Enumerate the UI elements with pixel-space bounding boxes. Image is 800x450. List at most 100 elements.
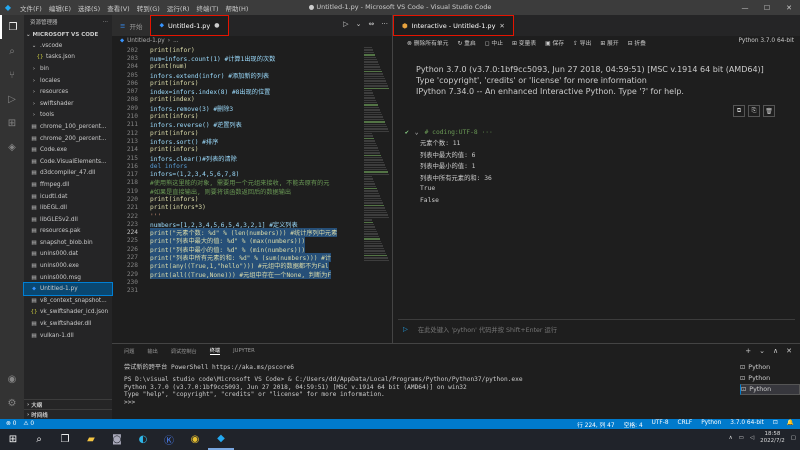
- status-item[interactable]: UTF-8: [652, 420, 669, 429]
- code-line[interactable]: 230: [112, 278, 362, 286]
- code-line[interactable]: 231: [112, 287, 362, 295]
- code-line[interactable]: 205 infors.extend(infor) #添加新的列表: [112, 71, 362, 80]
- close-icon[interactable]: ✕: [499, 22, 504, 30]
- code-editor[interactable]: 202 print(infor) 203 num=infors.count(1) #计…: [112, 46, 362, 339]
- copy-icon[interactable]: ⧉: [733, 105, 745, 117]
- tree-item[interactable]: ▤ libEGL.dll: [24, 202, 112, 214]
- terminal[interactable]: 尝试新的跨平台 PowerShell https://aka.ms/pscore…: [124, 362, 734, 407]
- breadcrumb-more[interactable]: ...: [173, 38, 179, 44]
- chrome-icon[interactable]: ◉: [182, 429, 208, 450]
- interactive-toolbar-button[interactable]: ⊗ 删除所有单元: [407, 38, 448, 47]
- menu-item[interactable]: 文件(F): [20, 3, 42, 13]
- tree-item[interactable]: ▤ libGLESv2.dll: [24, 214, 112, 226]
- tree-item[interactable]: › tools: [24, 110, 112, 122]
- run-menu-chevron-icon[interactable]: ⌄: [356, 20, 362, 28]
- interactive-toolbar-button[interactable]: ⊞ 变量表: [512, 38, 536, 47]
- interactive-toolbar-button[interactable]: ⊞ 展开: [600, 38, 618, 47]
- tree-item[interactable]: ▤ Code.VisualElements...: [24, 156, 112, 168]
- source-control-icon[interactable]: ⑂: [0, 63, 24, 87]
- tree-item[interactable]: › locales: [24, 75, 112, 87]
- run-file-icon[interactable]: ▷: [343, 20, 348, 28]
- tree-item[interactable]: ▤ unins000.exe: [24, 260, 112, 272]
- menu-item[interactable]: 转到(G): [137, 3, 160, 13]
- run-arrow-icon[interactable]: ▷: [403, 326, 408, 333]
- tree-item[interactable]: ▤ vulkan-1.dll: [24, 330, 112, 342]
- tree-item[interactable]: ▤ d3dcompiler_47.dll: [24, 168, 112, 180]
- code-line[interactable]: 209 infors.remove(3) #删除3: [112, 104, 362, 113]
- interactive-toolbar-button[interactable]: ↻ 重启: [457, 38, 475, 47]
- panel-tab[interactable]: JUPYTER: [233, 348, 255, 354]
- tree-item[interactable]: ▤ icudtl.dat: [24, 191, 112, 203]
- kernel-selector[interactable]: Python 3.7.0 64-bit: [738, 38, 794, 44]
- unsaved-dot-icon[interactable]: ●: [214, 22, 219, 29]
- status-item[interactable]: 3.7.0 64-bit: [730, 420, 764, 429]
- interactive-toolbar-button[interactable]: ◻ 中止: [485, 38, 503, 47]
- run-debug-icon[interactable]: ▷: [0, 87, 24, 111]
- outline-section[interactable]: › 大纲: [24, 399, 112, 409]
- status-item[interactable]: 🔔: [787, 420, 794, 429]
- timeline-section[interactable]: › 时间线: [24, 409, 112, 419]
- account-icon[interactable]: ◉: [0, 367, 24, 391]
- errors-count[interactable]: ⊗ 0: [6, 421, 16, 427]
- tab-welcome[interactable]: ≡ 开始: [112, 15, 151, 36]
- maximize-panel-icon[interactable]: ∧: [773, 347, 778, 355]
- code-line[interactable]: 211 infors.reverse() #逆置列表: [112, 121, 362, 129]
- close-button[interactable]: ✕: [778, 0, 800, 15]
- windows-icon[interactable]: ⊞: [0, 429, 26, 450]
- delete-cell-icon[interactable]: 🗑: [763, 105, 775, 117]
- file-explorer-icon[interactable]: ▰: [78, 429, 104, 450]
- vscode-icon[interactable]: ◆: [208, 429, 234, 450]
- code-line[interactable]: 203 num=infors.count(1) #计算1出现的次数: [112, 54, 362, 63]
- interactive-toolbar-button[interactable]: ⊟ 折叠: [628, 38, 646, 47]
- more-actions-icon[interactable]: ···: [103, 19, 108, 25]
- workspace-section[interactable]: ⌄ MICROSOFT VS CODE: [24, 29, 112, 40]
- extensions-icon[interactable]: ⊞: [0, 111, 24, 135]
- status-item[interactable]: Python: [701, 420, 721, 429]
- new-terminal-icon[interactable]: +: [745, 347, 751, 355]
- close-panel-icon[interactable]: ✕: [786, 347, 792, 355]
- network-icon[interactable]: ▭: [739, 435, 744, 441]
- warnings-count[interactable]: ⚠ 0: [23, 421, 34, 427]
- interactive-input[interactable]: ▷ 在此处键入 'python' 代码并按 Shift+Enter 运行: [398, 319, 795, 339]
- menu-item[interactable]: 编辑(E): [49, 3, 71, 13]
- terminal-list-item[interactable]: ⊡ Python: [740, 384, 800, 395]
- tree-item[interactable]: ⬥ Untitled-1.py: [23, 282, 113, 297]
- status-item[interactable]: ⊡: [773, 420, 778, 429]
- search-icon[interactable]: ⌕: [26, 429, 52, 450]
- tree-item[interactable]: {} tasks.json: [24, 52, 112, 64]
- panel-tab[interactable]: 调试控制台: [171, 348, 197, 355]
- search-icon[interactable]: ⌕: [0, 39, 24, 63]
- menu-item[interactable]: 查看(V): [107, 3, 130, 13]
- edge-icon[interactable]: ◐: [130, 429, 156, 450]
- editor-divider[interactable]: [392, 15, 393, 343]
- tree-item[interactable]: ▤ snapshot_blob.bin: [24, 237, 112, 249]
- clock[interactable]: 18:58 2022/7/2: [760, 431, 785, 445]
- panel-tab[interactable]: 终端: [209, 347, 221, 355]
- chevron-up-icon[interactable]: ∧: [729, 435, 733, 441]
- menu-item[interactable]: 帮助(H): [225, 3, 248, 13]
- code-line[interactable]: 216 del infors: [112, 162, 362, 170]
- menu-item[interactable]: 选择(S): [78, 3, 100, 13]
- tree-item[interactable]: ▤ unins000.dat: [24, 249, 112, 261]
- volume-icon[interactable]: ◁: [750, 435, 754, 441]
- code-line[interactable]: 221 print(infors*3): [112, 204, 362, 212]
- tree-item[interactable]: ▤ unins000.msg: [24, 272, 112, 284]
- expand-chevron-icon[interactable]: ⌄: [415, 129, 419, 136]
- status-item[interactable]: 空格: 4: [624, 420, 643, 429]
- task-view-icon[interactable]: ❐: [52, 429, 78, 450]
- code-line[interactable]: 220 print(infors): [112, 195, 362, 203]
- tree-item[interactable]: ⌄ .vscode: [24, 40, 112, 52]
- tree-item[interactable]: › resources: [24, 86, 112, 98]
- notification-icon[interactable]: ▢: [791, 435, 796, 441]
- menu-item[interactable]: 运行(R): [167, 3, 190, 13]
- tree-item[interactable]: ▤ v8_context_snapshot...: [24, 295, 112, 307]
- minimize-button[interactable]: —: [734, 0, 756, 15]
- maximize-button[interactable]: ☐: [756, 0, 778, 15]
- tree-item[interactable]: ▤ chrome_200_percent...: [24, 133, 112, 145]
- code-line[interactable]: 215 infors.clear()#列表的清除: [112, 154, 362, 163]
- terminal-dropdown-icon[interactable]: ⌄: [759, 347, 765, 355]
- python-icon[interactable]: ◈: [0, 135, 24, 159]
- tree-item[interactable]: ▤ Code.exe: [24, 144, 112, 156]
- status-item[interactable]: CRLF: [678, 420, 693, 429]
- tree-item[interactable]: ▤ resources.pak: [24, 226, 112, 238]
